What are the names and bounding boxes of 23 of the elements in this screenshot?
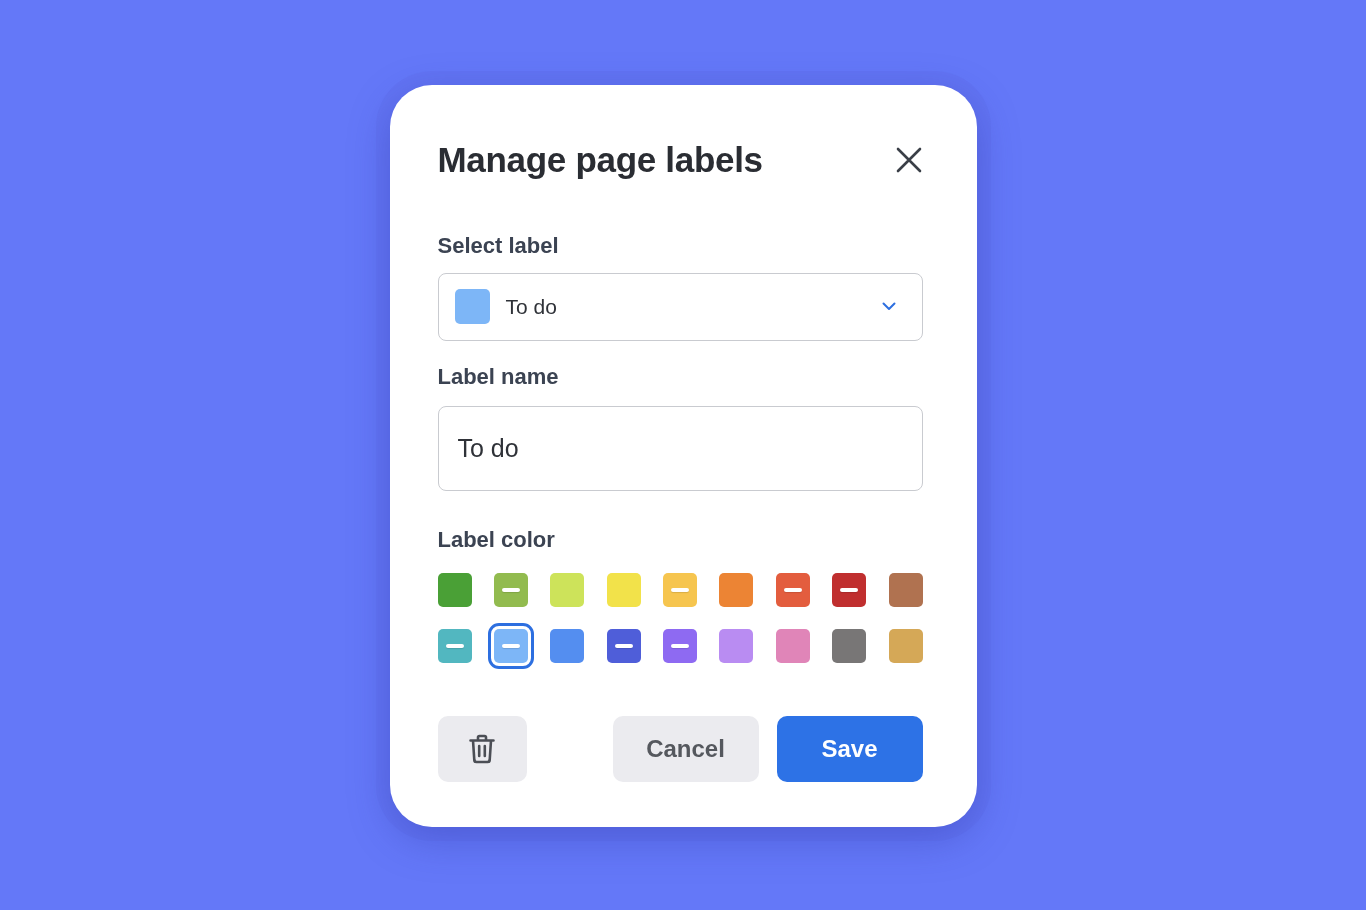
dialog-title: Manage page labels: [437, 139, 763, 180]
color-swatch-button[interactable]: [487, 622, 534, 669]
close-button[interactable]: [895, 146, 922, 173]
field-label: Label name: [437, 362, 559, 391]
dropdown-value: To do: [505, 294, 558, 319]
dash-icon: [783, 587, 802, 592]
close-icon: [895, 146, 922, 173]
dash-icon: [671, 643, 689, 648]
dash-icon: [501, 643, 520, 648]
field-label: Label color: [437, 525, 555, 554]
cancel-button[interactable]: Cancel: [612, 715, 759, 782]
dash-icon: [501, 587, 520, 592]
save-button[interactable]: Save: [776, 715, 923, 782]
label-name-input[interactable]: To do: [437, 405, 923, 491]
dash-icon: [840, 587, 859, 592]
trash-icon: [469, 733, 495, 764]
delete-button[interactable]: [437, 715, 527, 782]
label-dropdown[interactable]: To do: [437, 272, 923, 341]
dash-icon: [671, 587, 689, 592]
dash-icon: [614, 643, 633, 648]
field-label: Select label: [437, 231, 559, 260]
dash-icon: [445, 643, 464, 648]
chevron-down-icon: [881, 302, 896, 311]
